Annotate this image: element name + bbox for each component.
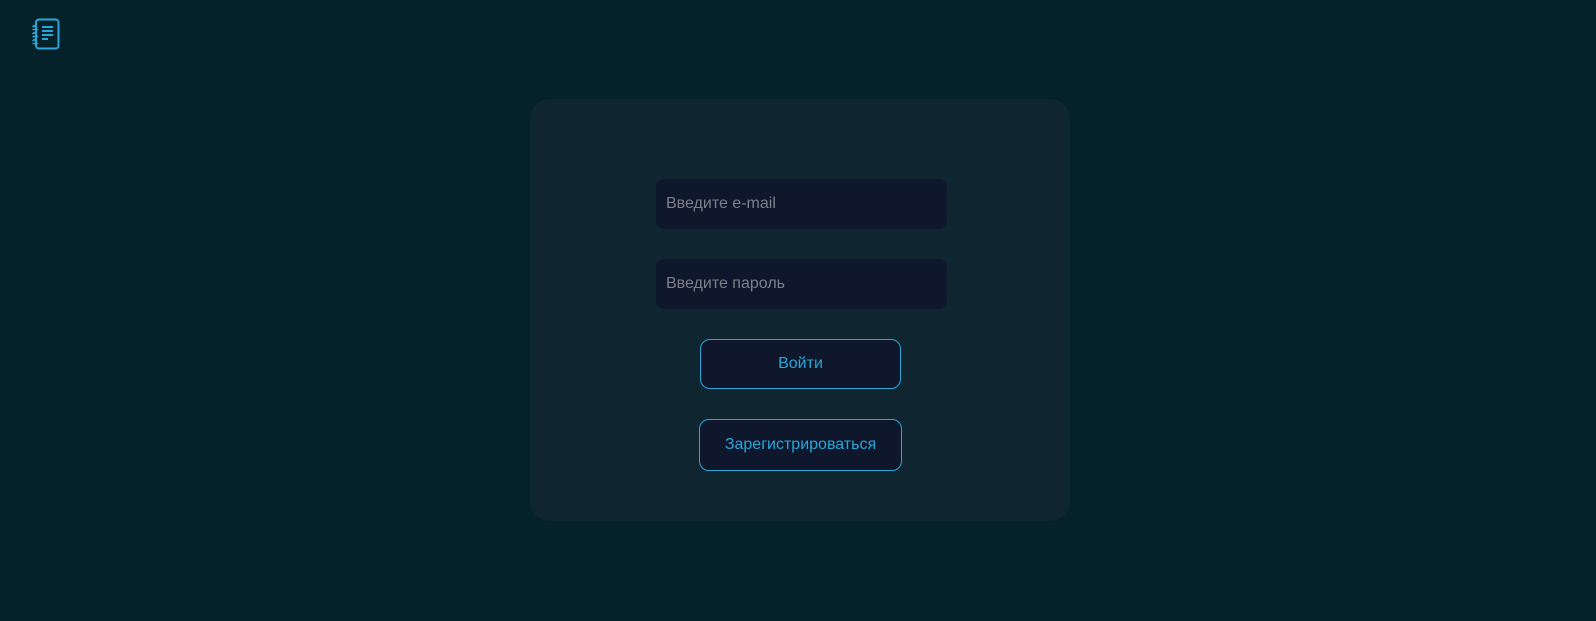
notebook-list-icon[interactable]: [31, 18, 61, 50]
login-card: Войти Зарегистрироваться: [530, 99, 1070, 521]
register-button[interactable]: Зарегистрироваться: [699, 419, 902, 471]
login-button[interactable]: Войти: [700, 339, 901, 389]
password-field[interactable]: [656, 259, 947, 309]
email-field[interactable]: [656, 179, 947, 229]
